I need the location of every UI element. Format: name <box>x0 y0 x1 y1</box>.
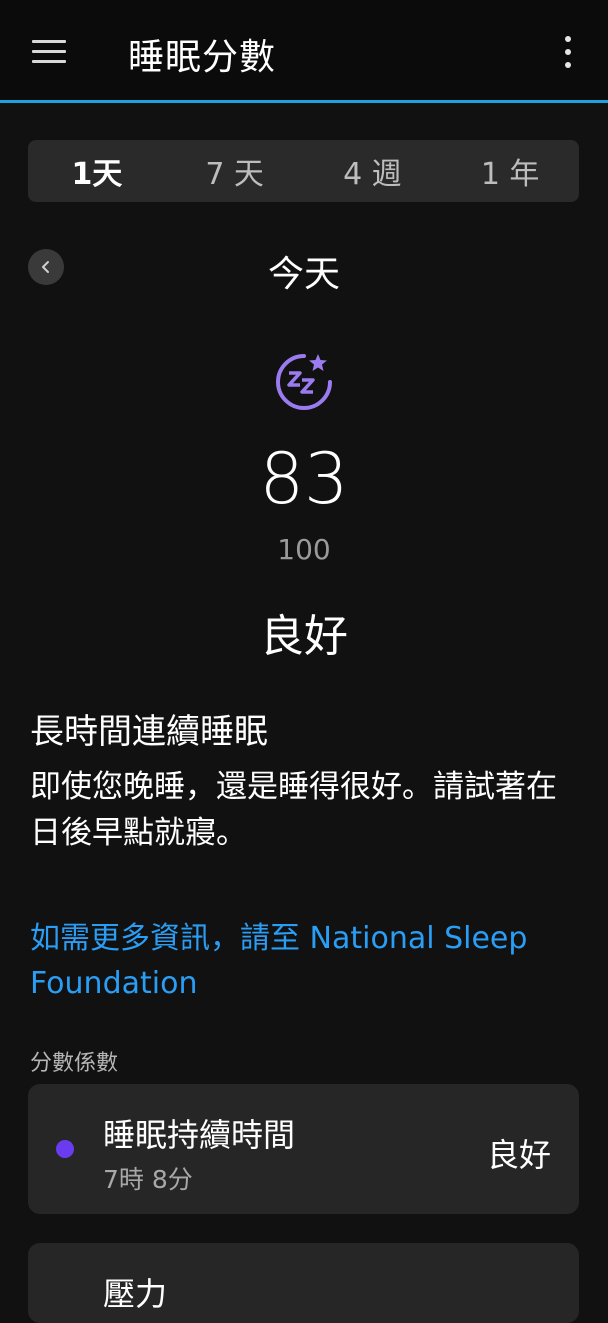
insight-title: 長時間連續睡眠 <box>30 712 268 752</box>
menu-icon[interactable] <box>32 40 66 64</box>
insight-body: 即使您晚睡，還是睡得很好。請試著在日後早點就寢。 <box>30 769 557 851</box>
factor-card-sleep-duration[interactable]: 睡眠持續時間 7時 8分 良好 <box>28 1084 579 1214</box>
more-options-icon[interactable] <box>560 36 576 70</box>
app-bar-accent-line <box>0 100 608 103</box>
more-info-link[interactable]: 如需更多資訊，請至 National Sleep Foundation <box>30 916 590 1006</box>
sleep-score-rating: 良好 <box>260 611 348 662</box>
factor-card-stress[interactable]: 壓力 <box>28 1243 579 1323</box>
factor-status: 良好 <box>486 1136 551 1174</box>
date-label: 今天 <box>267 254 340 295</box>
factor-subtitle: 7時 8分 <box>103 1165 193 1194</box>
sleep-zz-star-icon <box>276 354 332 410</box>
sleep-score-max: 100 <box>277 533 331 566</box>
sleep-score-value: 83 <box>259 438 349 520</box>
app-bar: 睡眠分數 <box>0 0 608 103</box>
tab-7-days[interactable]: 7 天 <box>166 140 304 202</box>
factor-title: 睡眠持續時間 <box>103 1116 296 1154</box>
factor-title: 壓力 <box>103 1275 168 1313</box>
tab-1-day[interactable]: 1天 <box>28 140 166 202</box>
page-title: 睡眠分數 <box>128 37 277 78</box>
status-dot <box>56 1140 74 1158</box>
period-tabs: 1天 7 天 4 週 1 年 <box>28 140 579 202</box>
tab-1-year[interactable]: 1 年 <box>441 140 579 202</box>
tab-4-weeks[interactable]: 4 週 <box>304 140 442 202</box>
score-factors-label: 分數係數 <box>30 1051 119 1076</box>
